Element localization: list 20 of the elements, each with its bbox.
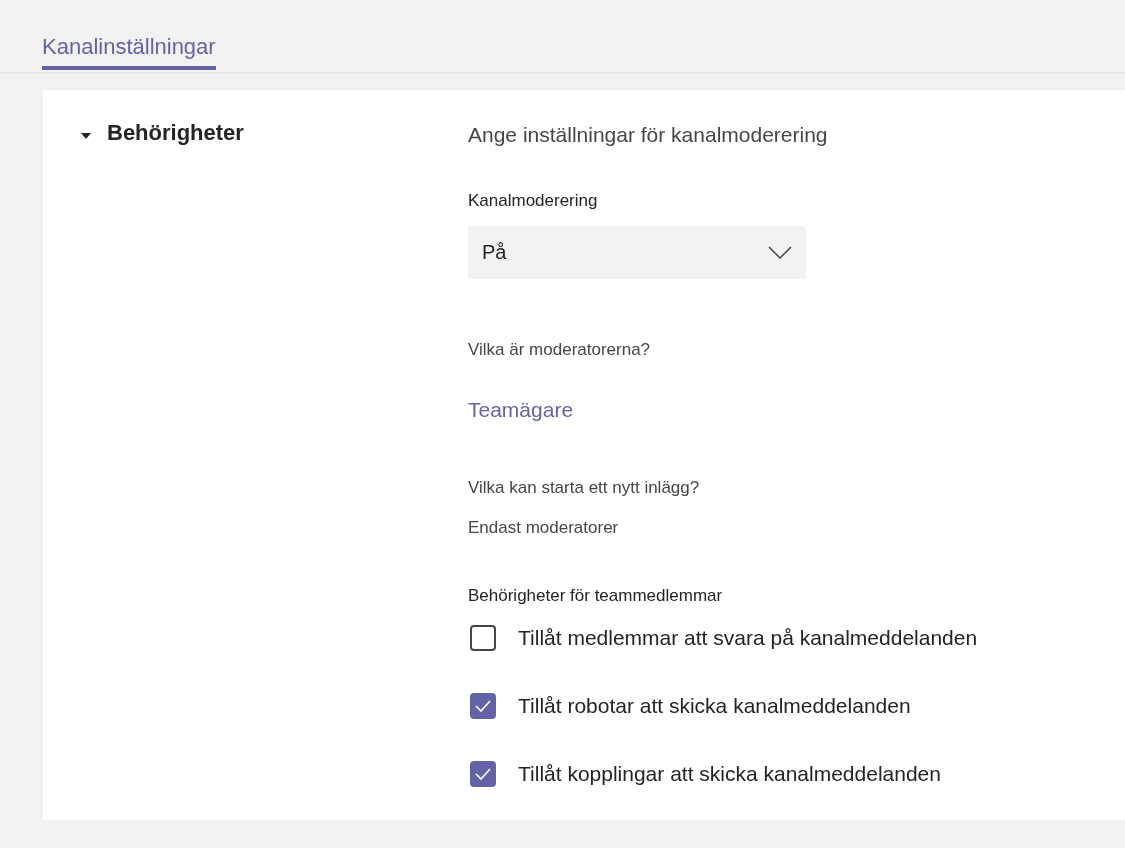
checkmark-icon: [475, 700, 491, 712]
chevron-down-icon: [768, 246, 792, 259]
checkmark-icon: [475, 768, 491, 780]
checkbox-label: Tillåt kopplingar att skicka kanalmeddelanden: [518, 762, 941, 786]
checkbox[interactable]: [470, 761, 496, 787]
settings-tab[interactable]: Kanalinställningar: [42, 32, 216, 70]
section-heading: Ange inställningar för kanalmoderering: [468, 123, 829, 147]
team-owners-link[interactable]: Teamägare: [468, 398, 574, 422]
checkbox[interactable]: [470, 625, 496, 651]
checkbox[interactable]: [470, 693, 496, 719]
question-label: Vilka kan starta ett nytt inlägg?: [468, 478, 701, 498]
moderation-dropdown[interactable]: På: [468, 226, 806, 279]
checkbox-label: Tillåt robotar att skicka kanalmeddelanden: [518, 694, 911, 718]
checkbox-label: Tillåt medlemmar att svara på kanalmeddelanden: [518, 626, 978, 650]
section-title: Behörigheter: [107, 120, 244, 146]
question-label: Vilka är moderatorerna?: [468, 340, 652, 360]
field-label: Behörigheter för teammedlemmar: [468, 586, 724, 606]
field-label: Kanalmoderering: [468, 191, 599, 211]
caret-icon[interactable]: [80, 132, 92, 140]
answer-text: Endast moderatorer: [468, 518, 620, 538]
